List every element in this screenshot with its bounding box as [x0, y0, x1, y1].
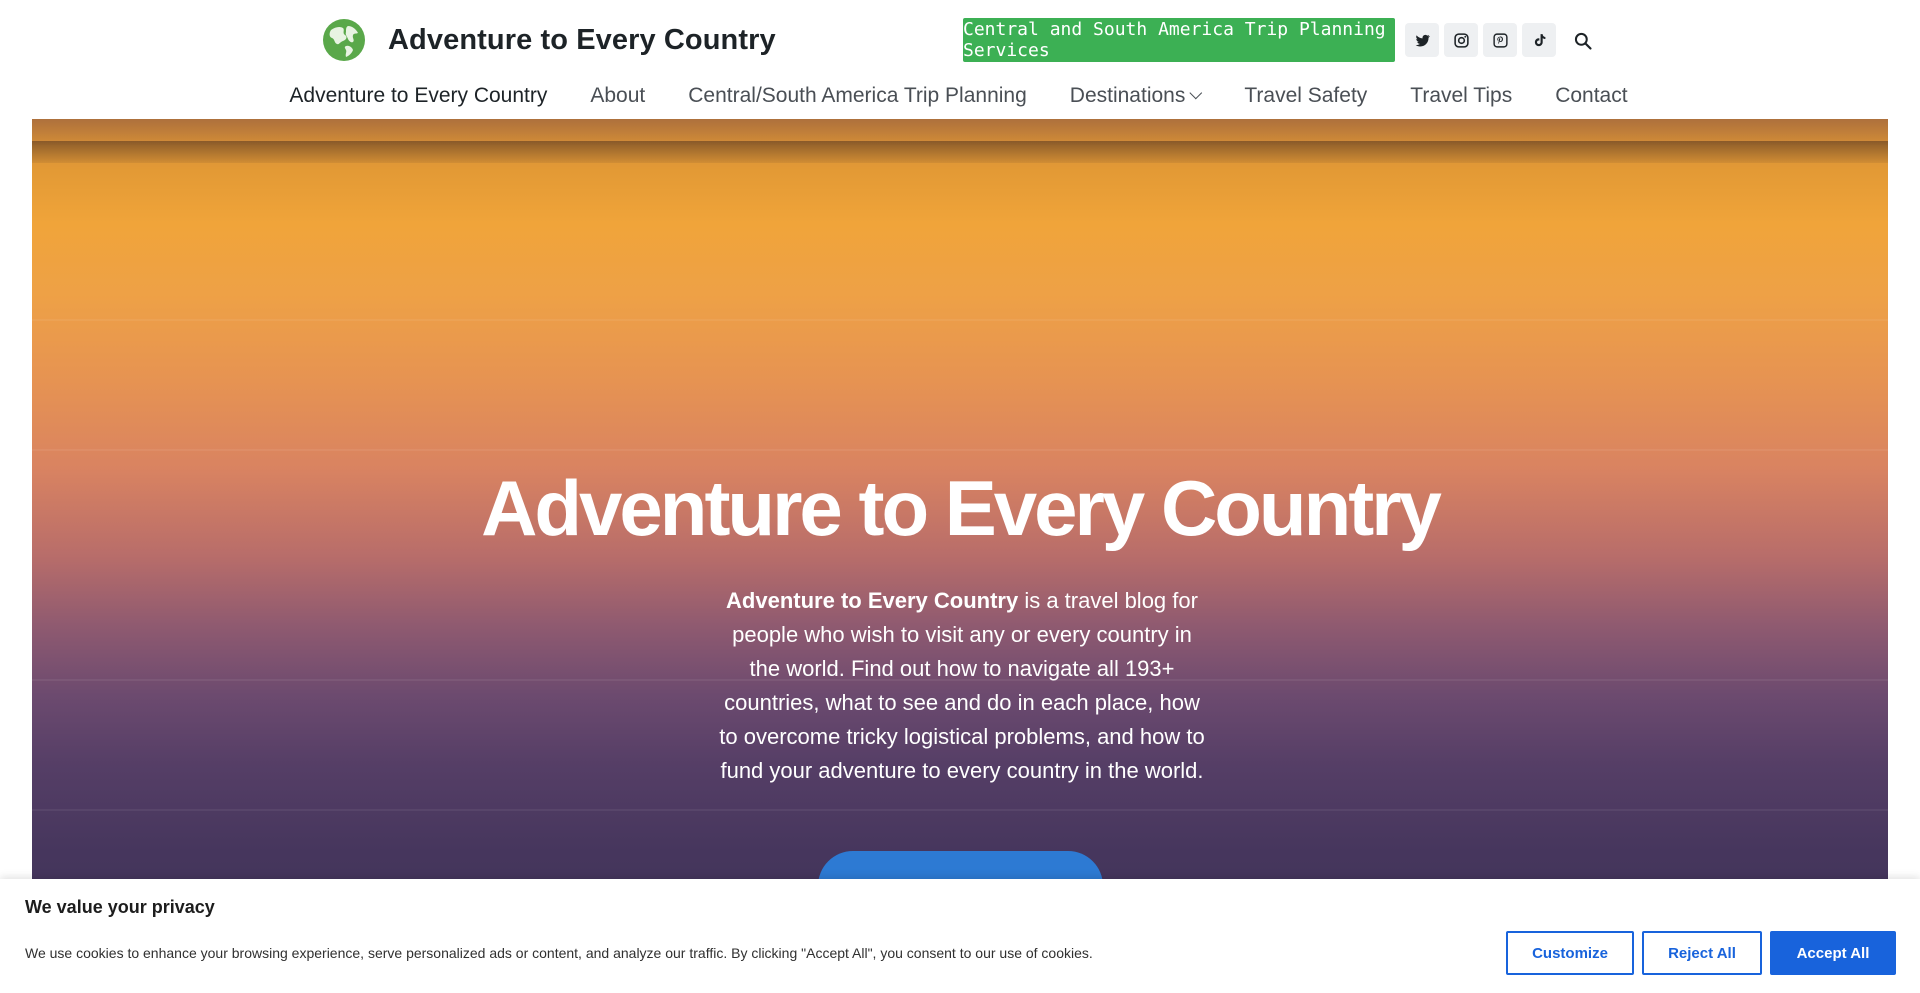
nav-item-about[interactable]: About [590, 84, 645, 108]
trip-planning-services-button[interactable]: Central and South America Trip Planning … [963, 18, 1395, 62]
reject-all-button[interactable]: Reject All [1642, 931, 1762, 975]
twitter-icon [1415, 34, 1430, 46]
water-ripple [32, 319, 1888, 321]
site-title: Adventure to Every Country [388, 23, 776, 56]
nav-item-destinations-label: Destinations [1069, 84, 1186, 107]
twitter-link[interactable] [1405, 23, 1439, 57]
cookie-text: We use cookies to enhance your browsing … [25, 945, 1093, 961]
pinterest-icon [1492, 32, 1508, 48]
tiktok-link[interactable] [1522, 23, 1556, 57]
nav-item-home[interactable]: Adventure to Every Country [289, 84, 547, 108]
chevron-down-icon [1189, 86, 1203, 99]
instagram-link[interactable] [1444, 23, 1478, 57]
social-links [1405, 23, 1556, 57]
hero-section: Adventure to Every Country Adventure to … [32, 119, 1888, 993]
nav-item-trip-planning[interactable]: Central/South America Trip Planning [688, 84, 1027, 108]
hero-title: Adventure to Every Country [481, 464, 1442, 552]
hero-description: Adventure to Every Country is a travel b… [717, 584, 1207, 788]
cookie-consent-banner: We value your privacy We use cookies to … [0, 879, 1920, 993]
water-ripple [32, 449, 1888, 451]
nav-item-travel-tips[interactable]: Travel Tips [1410, 84, 1512, 108]
hero-horizon-reflection [32, 141, 1888, 163]
search-icon [1574, 32, 1592, 50]
hero-description-text: is a travel blog for people who wish to … [719, 588, 1205, 783]
site-header: Adventure to Every Country Central and S… [0, 0, 1920, 119]
globe-logo-icon [323, 19, 365, 61]
search-button[interactable] [1568, 26, 1598, 56]
instagram-icon [1453, 32, 1469, 48]
customize-button[interactable]: Customize [1506, 931, 1634, 975]
nav-item-travel-safety[interactable]: Travel Safety [1244, 84, 1367, 108]
main-navigation: Adventure to Every Country About Central… [0, 76, 1920, 116]
nav-item-destinations[interactable]: Destinations [1069, 84, 1203, 108]
accept-all-button[interactable]: Accept All [1770, 931, 1896, 975]
tiktok-icon [1534, 33, 1545, 46]
water-ripple [32, 809, 1888, 811]
cookie-title: We value your privacy [25, 897, 215, 917]
hero-description-bold: Adventure to Every Country [726, 588, 1019, 613]
pinterest-link[interactable] [1483, 23, 1517, 57]
brand[interactable]: Adventure to Every Country [322, 18, 776, 62]
nav-item-contact[interactable]: Contact [1555, 84, 1627, 108]
